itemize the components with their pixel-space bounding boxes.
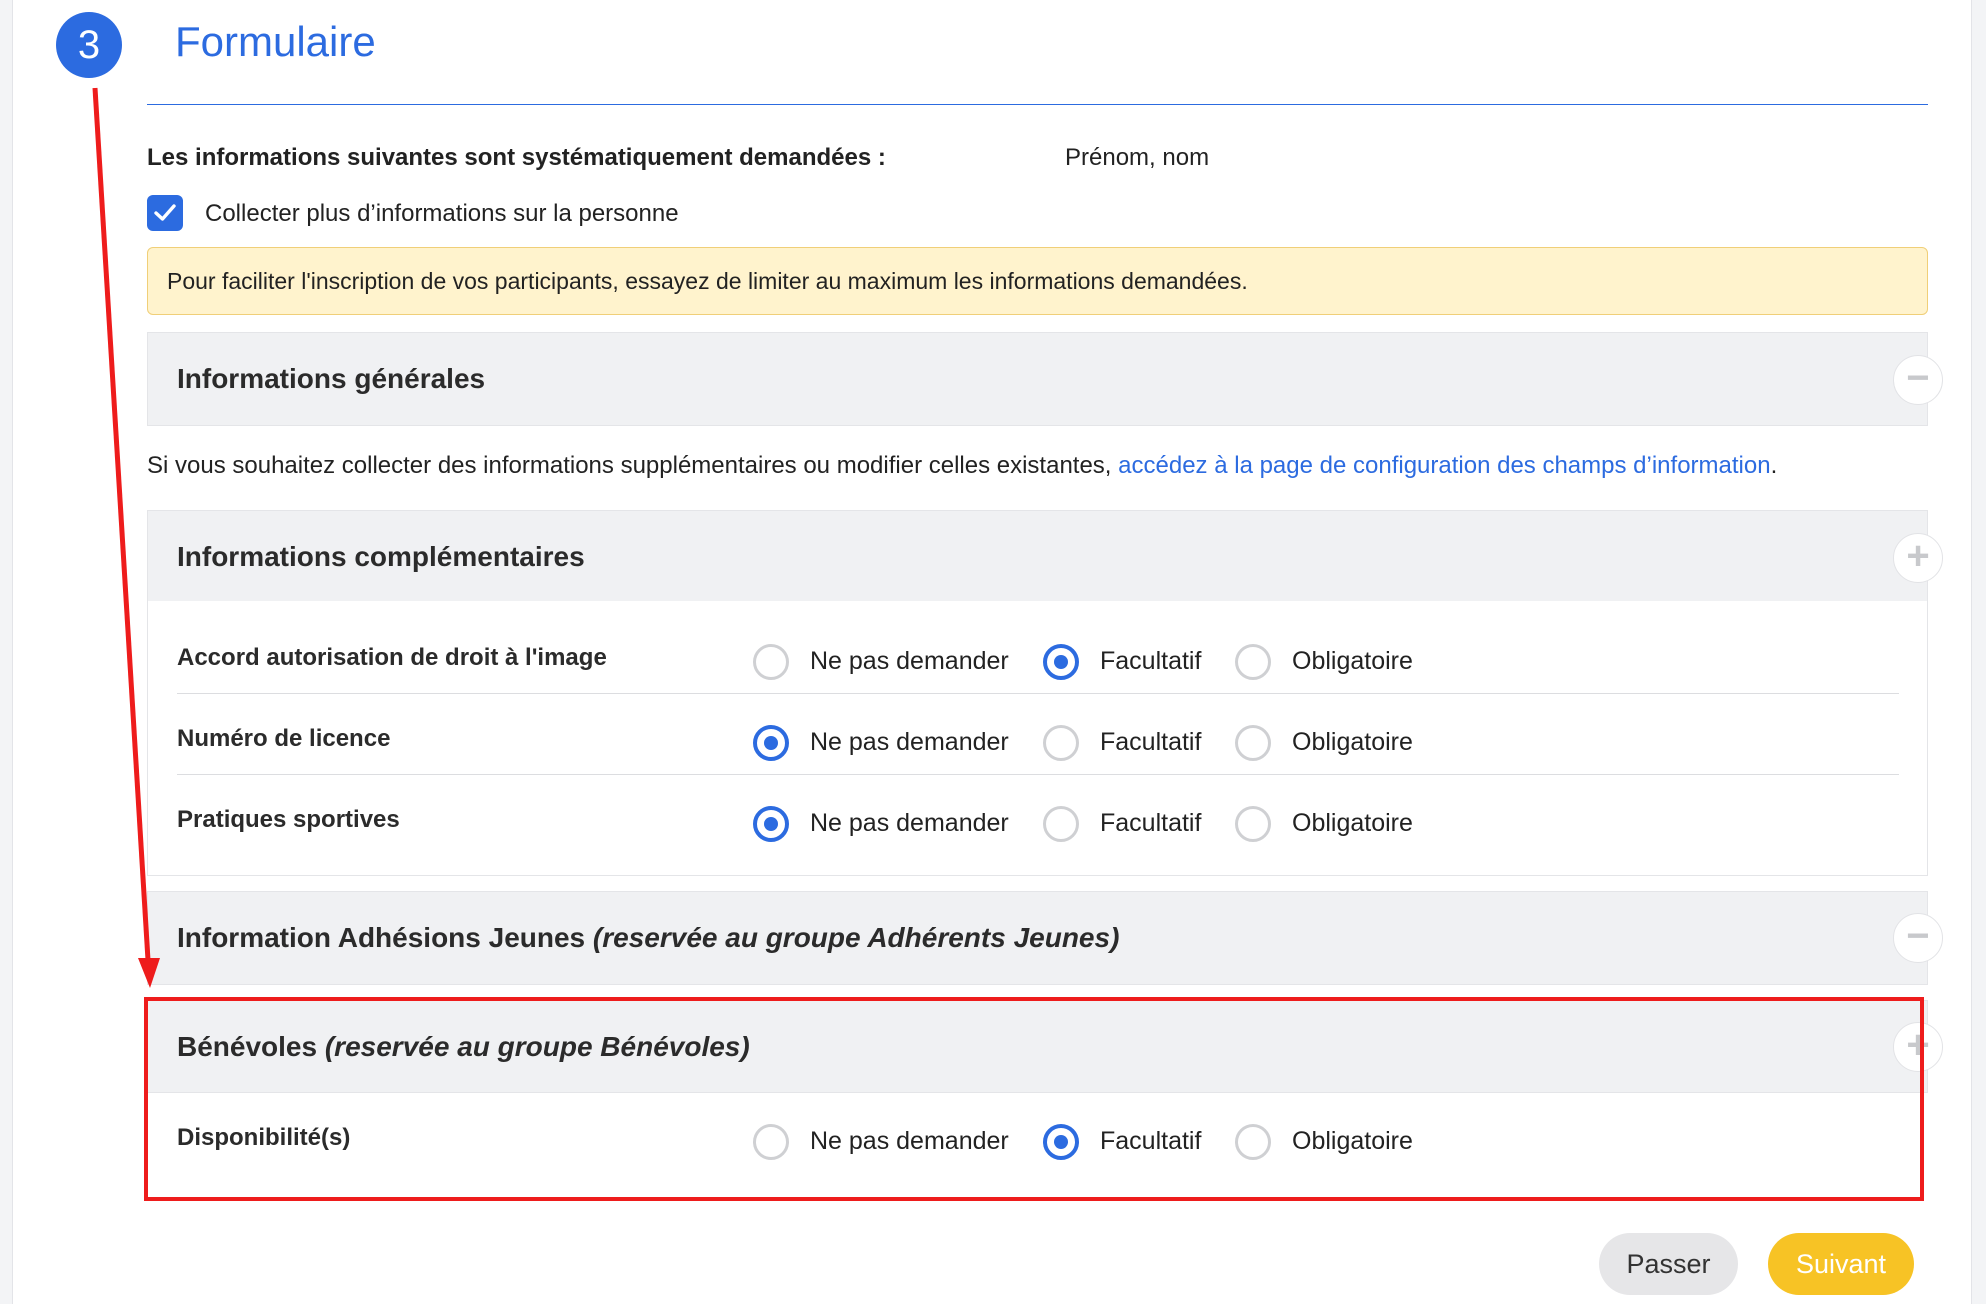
next-button[interactable]: Suivant bbox=[1768, 1233, 1914, 1295]
annotation-arrow-icon bbox=[92, 87, 160, 988]
skip-button[interactable]: Passer bbox=[1599, 1233, 1738, 1295]
